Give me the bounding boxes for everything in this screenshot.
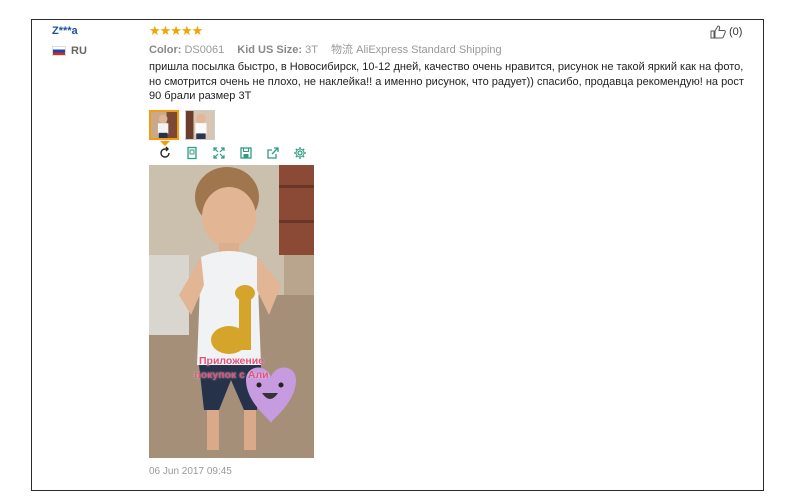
review-date: 06 Jun 2017 09:45 [149, 466, 232, 477]
photo-thumbnails [149, 110, 215, 140]
user-name[interactable]: Z***a [52, 25, 78, 37]
helpful-count: (0) [729, 26, 743, 38]
size-value: 3T [305, 44, 318, 56]
review-text: пришла посылка быстро, в Новосибирск, 10… [149, 61, 744, 102]
settings-icon [293, 147, 306, 159]
settings-button[interactable] [286, 141, 313, 165]
rotate-icon [159, 146, 170, 158]
flag-icon [52, 46, 66, 56]
country-code: RU [71, 45, 87, 57]
photo-thumbnail-1[interactable] [149, 110, 179, 140]
share-button[interactable] [259, 141, 286, 165]
watermark-line-2: покупок с Али [194, 369, 269, 381]
star-rating: ★★★★★ [149, 23, 203, 38]
photo-image [149, 165, 314, 458]
fullscreen-button[interactable] [205, 141, 232, 165]
color-value: DS0061 [184, 44, 225, 56]
share-icon [266, 147, 279, 159]
watermark-line-1: Приложение [198, 355, 264, 367]
order-attributes: Color: DS0061 Kid US Size: 3T 物流 AliExpr… [149, 41, 502, 57]
fit-icon [186, 146, 197, 160]
shipping-value: AliExpress Standard Shipping [356, 44, 502, 56]
helpful-button[interactable]: (0) [710, 25, 742, 39]
review-card: Z***a RU ★★★★★ Color: DS0061 Kid US Size… [31, 19, 764, 491]
fit-button[interactable] [178, 141, 205, 165]
shipping-label: 物流 [331, 44, 354, 56]
save-button[interactable] [232, 141, 259, 165]
thumbnail-image-1 [151, 112, 177, 138]
thumbs-up-icon [710, 25, 726, 39]
save-icon [239, 147, 252, 159]
photo-thumbnail-2[interactable] [185, 110, 215, 140]
image-toolbar [149, 141, 313, 165]
review-photo[interactable]: Приложение покупок с Али [149, 165, 314, 458]
thumbnail-image-2 [186, 111, 214, 139]
fullscreen-icon [212, 147, 225, 159]
size-label: Kid US Size: [237, 44, 303, 56]
color-label: Color: [149, 44, 182, 56]
user-country: RU [52, 45, 87, 57]
active-thumbnail-caret [160, 141, 170, 146]
